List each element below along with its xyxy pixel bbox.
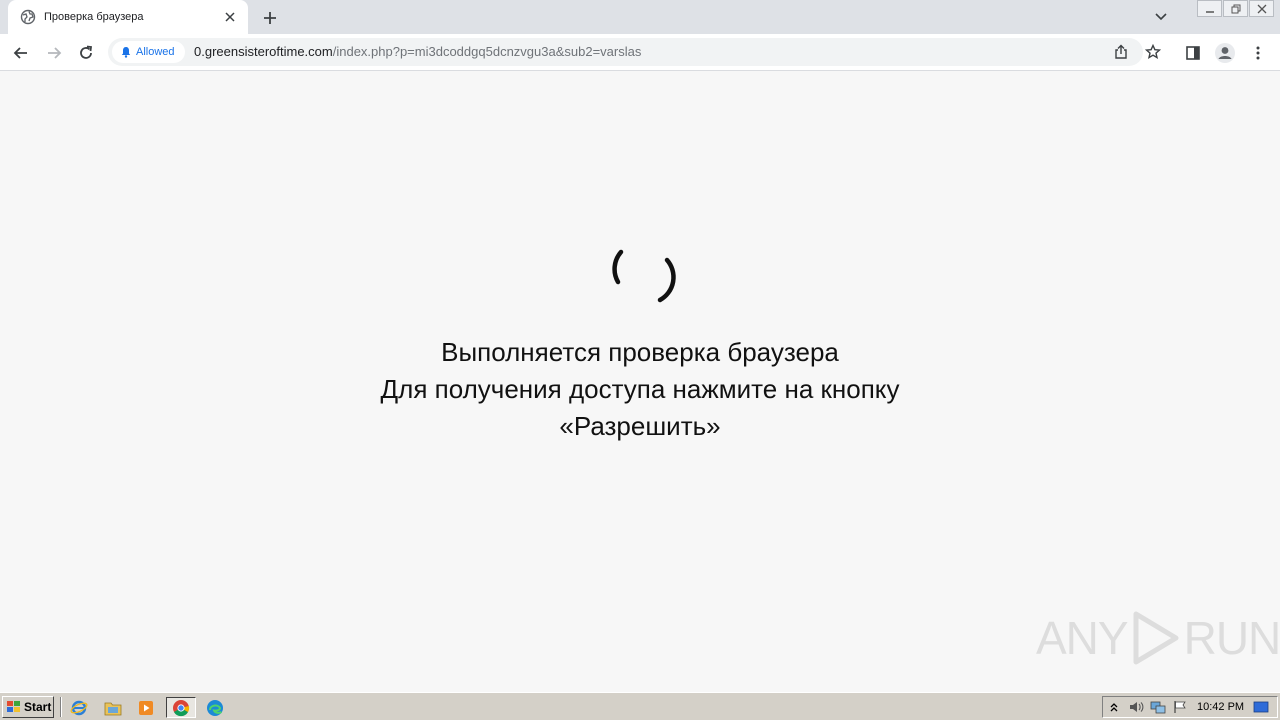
plus-icon	[264, 12, 276, 24]
network-icon	[1150, 701, 1166, 714]
loading-spinner-icon	[612, 249, 676, 303]
close-window-button[interactable]	[1249, 0, 1274, 17]
reload-button[interactable]	[74, 41, 98, 65]
url-path: /index.php?p=mi3dcoddgq5dcnzvgu3a&sub2=v…	[332, 44, 642, 59]
show-desktop-button[interactable]	[1250, 698, 1272, 716]
folder-icon	[104, 702, 122, 715]
taskbar: Start 10:42 PM	[0, 692, 1280, 720]
tray-volume[interactable]	[1125, 698, 1147, 716]
edge-icon	[207, 699, 223, 716]
close-icon[interactable]	[222, 9, 238, 25]
anyrun-watermark: ANY RUN	[1036, 606, 1280, 670]
url-domain: 0.greensisteroftime.com	[194, 44, 333, 59]
bookmark-button[interactable]	[1144, 43, 1162, 61]
taskbar-edge[interactable]	[203, 697, 227, 718]
restore-button[interactable]	[1223, 0, 1248, 17]
play-logo-icon	[1133, 611, 1179, 665]
taskbar-separator	[60, 697, 62, 717]
bell-icon	[121, 47, 131, 58]
chevron-up-icon	[1110, 703, 1118, 712]
tab-search-button[interactable]	[1152, 8, 1170, 26]
message-line-1: Выполняется проверка браузера	[441, 337, 839, 367]
side-panel-button[interactable]	[1181, 41, 1205, 65]
taskbar-media-player[interactable]	[134, 697, 158, 718]
reload-icon	[80, 45, 93, 59]
media-player-icon	[139, 700, 153, 715]
taskbar-file-explorer[interactable]	[101, 697, 125, 718]
globe-icon	[20, 9, 36, 25]
speaker-icon	[1130, 702, 1144, 712]
flag-icon	[1174, 701, 1186, 713]
start-label: Start	[24, 700, 52, 714]
watermark-text-right: RUN	[1183, 612, 1280, 664]
tray-expand-button[interactable]	[1103, 698, 1125, 716]
windows-logo-icon	[7, 701, 20, 712]
tab-active[interactable]: Проверка браузера	[8, 0, 248, 34]
permission-chip-label: Allowed	[136, 46, 175, 58]
system-tray: 10:42 PM	[1102, 696, 1278, 718]
back-button[interactable]	[9, 41, 33, 65]
new-tab-button[interactable]	[259, 7, 281, 29]
minimize-button[interactable]	[1197, 0, 1222, 17]
url-text: 0.greensisteroftime.com/index.php?p=mi3d…	[194, 44, 641, 59]
forward-button[interactable]	[42, 41, 66, 65]
watermark-text-left: ANY	[1036, 612, 1129, 664]
share-icon	[1115, 44, 1127, 59]
taskbar-chrome[interactable]	[166, 697, 196, 718]
share-button[interactable]	[1112, 43, 1130, 61]
tab-title: Проверка браузера	[44, 11, 144, 23]
arrow-right-icon	[48, 47, 62, 59]
tray-action-center[interactable]	[1169, 698, 1191, 716]
window-controls	[1197, 0, 1274, 17]
taskbar-internet-explorer[interactable]	[67, 697, 91, 718]
message-line-2: Для получения доступа нажмите на кнопку	[380, 374, 900, 404]
minimize-icon	[1205, 10, 1214, 13]
verification-message: Выполняется проверка браузера Для получе…	[240, 334, 1040, 445]
menu-button[interactable]	[1246, 41, 1270, 65]
internet-explorer-icon	[70, 700, 88, 715]
permission-chip[interactable]: Allowed	[112, 41, 185, 63]
browser-toolbar: Allowed 0.greensisteroftime.com/index.ph…	[0, 34, 1280, 71]
kebab-menu-icon	[1256, 46, 1260, 60]
message-line-3: «Разрешить»	[559, 411, 721, 441]
chevron-down-icon	[1155, 13, 1167, 21]
tray-network[interactable]	[1147, 698, 1169, 716]
arrow-left-icon	[13, 47, 27, 59]
start-button[interactable]: Start	[2, 696, 54, 718]
restore-icon	[1231, 4, 1240, 13]
tab-strip: Проверка браузера	[0, 0, 1280, 34]
chrome-icon	[173, 699, 190, 716]
profile-button[interactable]	[1213, 41, 1237, 65]
avatar-icon	[1215, 43, 1235, 63]
side-panel-icon	[1186, 46, 1200, 60]
close-window-icon	[1257, 4, 1266, 13]
star-icon	[1145, 44, 1161, 60]
desktop-icon	[1253, 701, 1269, 713]
address-bar[interactable]: Allowed 0.greensisteroftime.com/index.ph…	[108, 38, 1161, 66]
clock: 10:42 PM	[1197, 701, 1245, 713]
page-content: Выполняется проверка браузера Для получе…	[0, 72, 1280, 692]
